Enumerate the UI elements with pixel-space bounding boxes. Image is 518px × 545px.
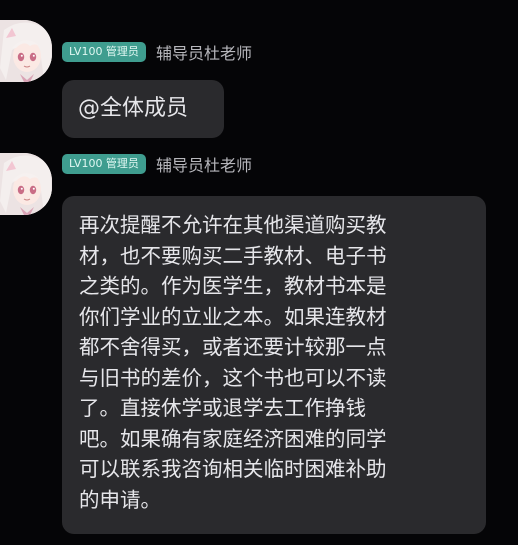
message-line: 可以联系我咨询相关临时困难补助 (79, 457, 387, 481)
message-bubble[interactable]: 再次提醒不允许在其他渠道购买教 材，也不要购买二手教材、电子书 之类的。作为医学… (62, 196, 486, 534)
message-meta: LV100 管理员 辅导员杜老师 (62, 153, 252, 175)
message-line: 与旧书的差价，这个书也可以不读 (79, 365, 387, 390)
anime-girl-avatar-icon (0, 20, 52, 82)
anime-girl-avatar-icon (0, 153, 52, 215)
message-bubble[interactable]: @全体成员 (62, 80, 224, 138)
message-line: 了。直接休学或退学去工作挣钱 (79, 396, 366, 420)
role-badge: LV100 管理员 (62, 154, 146, 174)
message-line: 的申请。 (79, 487, 161, 512)
sender-name[interactable]: 辅导员杜老师 (156, 152, 252, 176)
sender-name[interactable]: 辅导员杜老师 (156, 40, 252, 64)
message-line: 你们学业的立业之本。如果连教材 (79, 304, 387, 329)
chat-message: LV100 管理员 辅导员杜老师 @全体成员 (0, 18, 518, 138)
chat-message: LV100 管理员 辅导员杜老师 再次提醒不允许在其他渠道购买教 材，也不要购买… (0, 145, 518, 545)
message-meta: LV100 管理员 辅导员杜老师 (62, 41, 252, 63)
message-line: @全体成员 (78, 96, 189, 121)
message-line: 之类的。作为医学生，教材书本是 (79, 274, 387, 298)
message-line: 都不舍得买，或者还要计较那一点 (79, 335, 387, 359)
message-line: 再次提醒不允许在其他渠道购买教 (79, 213, 387, 237)
message-line: 材，也不要购买二手教材、电子书 (79, 243, 387, 268)
avatar[interactable] (0, 20, 52, 82)
avatar[interactable] (0, 153, 52, 215)
role-badge: LV100 管理员 (62, 42, 146, 62)
message-line: 吧。如果确有家庭经济困难的同学 (79, 426, 387, 451)
